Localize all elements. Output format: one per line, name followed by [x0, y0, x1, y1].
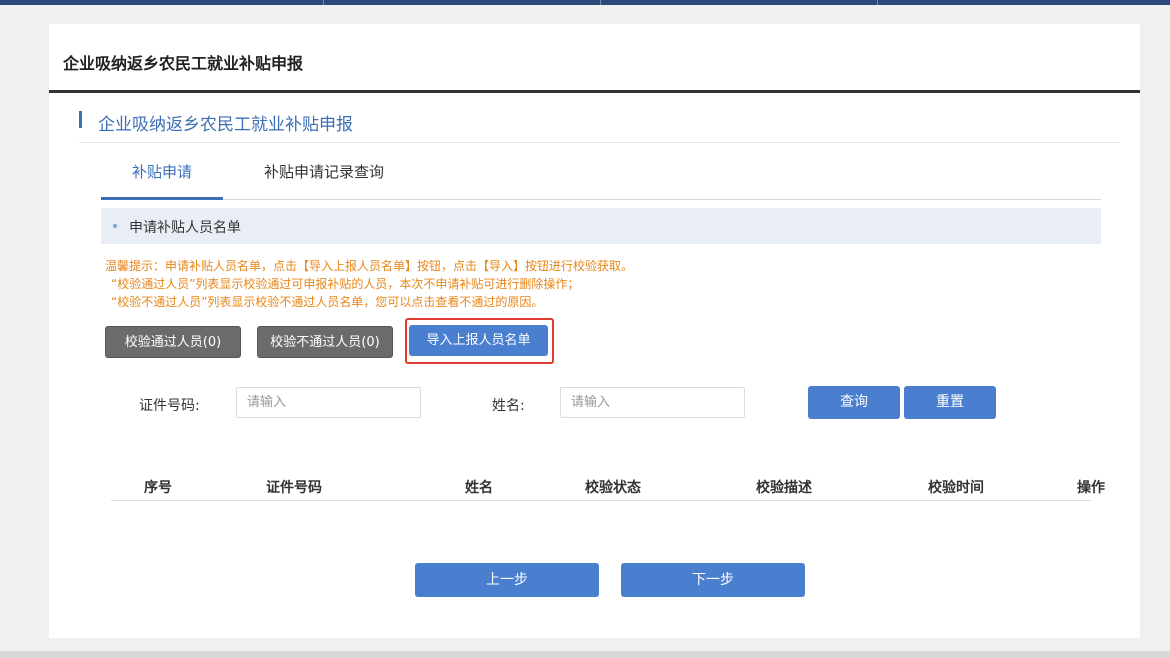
failed-personnel-button[interactable]: 校验不通过人员(0)	[257, 326, 393, 358]
table-header: 序号 证件号码 姓名 校验状态 校验描述 校验时间 操作	[111, 470, 1105, 501]
section-title: 企业吸纳返乡农民工就业补贴申报	[98, 115, 353, 135]
title-divider	[49, 90, 1140, 93]
section-divider	[79, 142, 1120, 143]
tab-bar: 补贴申请 补贴申请记录查询	[101, 154, 1101, 200]
id-number-input[interactable]	[236, 387, 421, 418]
page-title: 企业吸纳返乡农民工就业补贴申报	[63, 54, 304, 73]
tab-subsidy-application[interactable]: 补贴申请	[101, 154, 223, 200]
top-nav-bar	[0, 0, 1170, 5]
top-nav-divider	[877, 0, 878, 5]
subsection-title: 申请补贴人员名单	[129, 220, 241, 236]
column-header: 校验时间	[928, 480, 984, 496]
tip-line: “校验不通过人员”列表显示校验不通过人员名单，您可以点击查看不通过的原因。	[111, 295, 544, 309]
name-input[interactable]	[560, 387, 745, 418]
column-header: 校验状态	[585, 480, 641, 496]
tip-line: “校验通过人员”列表显示校验通过可申报补贴的人员，本次不申请补贴可进行删除操作；	[111, 277, 580, 291]
column-header: 操作	[1077, 480, 1105, 496]
passed-personnel-button[interactable]: 校验通过人员(0)	[105, 326, 241, 358]
query-button[interactable]: 查询	[808, 386, 900, 419]
column-header: 校验描述	[756, 480, 812, 496]
name-label: 姓名:	[492, 398, 525, 414]
main-panel: 企业吸纳返乡农民工就业补贴申报 企业吸纳返乡农民工就业补贴申报 补贴申请 补贴申…	[49, 24, 1140, 638]
column-header: 姓名	[465, 480, 493, 496]
bullet-icon	[113, 224, 117, 228]
import-personnel-list-button[interactable]: 导入上报人员名单	[409, 325, 548, 356]
section-accent-bar	[79, 111, 82, 128]
reset-button[interactable]: 重置	[904, 386, 996, 419]
column-header: 序号	[144, 480, 172, 496]
top-nav-divider	[600, 0, 601, 5]
previous-step-button[interactable]: 上一步	[415, 563, 599, 597]
id-number-label: 证件号码:	[139, 398, 200, 414]
subsection-header: 申请补贴人员名单	[101, 208, 1101, 244]
bottom-frame	[0, 651, 1170, 658]
column-header: 证件号码	[266, 480, 322, 496]
top-nav-divider	[323, 0, 324, 5]
tab-application-records[interactable]: 补贴申请记录查询	[239, 154, 409, 200]
tip-line: 温馨提示：申请补贴人员名单，点击【导入上报人员名单】按钮，点击【导入】按钮进行校…	[105, 259, 634, 273]
next-step-button[interactable]: 下一步	[621, 563, 805, 597]
